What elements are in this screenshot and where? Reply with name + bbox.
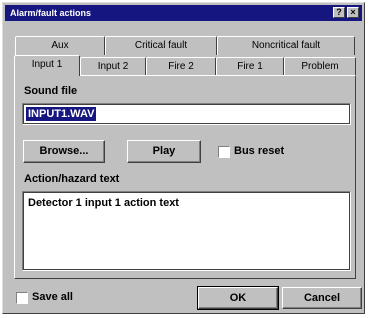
tab-problem[interactable]: Problem bbox=[284, 57, 356, 76]
tab-label: Input 2 bbox=[97, 61, 129, 72]
tab-critical-fault[interactable]: Critical fault bbox=[105, 36, 217, 55]
browse-button-label: Browse... bbox=[39, 145, 89, 157]
tab-fire-1[interactable]: Fire 1 bbox=[216, 57, 284, 76]
tab-label: Problem bbox=[301, 61, 339, 72]
tab-label: Noncritical fault bbox=[251, 40, 321, 51]
close-button[interactable]: × bbox=[347, 7, 359, 18]
browse-button[interactable]: Browse... bbox=[23, 140, 105, 163]
ok-button[interactable]: OK bbox=[197, 286, 279, 310]
tab-input-2[interactable]: Input 2 bbox=[80, 57, 146, 76]
play-button[interactable]: Play bbox=[127, 140, 201, 163]
help-button[interactable]: ? bbox=[333, 7, 345, 18]
title-bar: Alarm/fault actions ? × bbox=[5, 5, 362, 21]
tab-label: Input 1 bbox=[31, 59, 63, 70]
help-icon: ? bbox=[336, 7, 342, 17]
tab-aux[interactable]: Aux bbox=[15, 36, 105, 55]
tab-label: Critical fault bbox=[134, 40, 188, 51]
action-hazard-textarea[interactable]: Detector 1 input 1 action text bbox=[22, 191, 351, 271]
ok-button-label: OK bbox=[229, 292, 247, 304]
tab-label: Fire 1 bbox=[237, 61, 263, 72]
alarm-fault-actions-dialog: Alarm/fault actions ? × Aux Critical fau… bbox=[2, 2, 365, 314]
cancel-button-label: Cancel bbox=[303, 292, 341, 304]
tab-input-1[interactable]: Input 1 bbox=[14, 55, 80, 76]
bus-reset-label: Bus reset bbox=[234, 145, 285, 157]
cancel-button[interactable]: Cancel bbox=[282, 287, 362, 309]
sound-file-label: Sound file bbox=[24, 85, 78, 97]
play-button-label: Play bbox=[152, 145, 176, 157]
window-title: Alarm/fault actions bbox=[10, 8, 92, 18]
close-icon: × bbox=[350, 7, 356, 17]
action-hazard-text-label: Action/hazard text bbox=[24, 173, 120, 185]
save-all-label: Save all bbox=[32, 291, 73, 303]
tab-label: Aux bbox=[51, 40, 69, 51]
tab-label: Fire 2 bbox=[168, 61, 194, 72]
bus-reset-checkbox[interactable] bbox=[218, 146, 230, 158]
sound-file-value: INPUT1.WAV bbox=[26, 107, 97, 121]
action-hazard-text-value: Detector 1 input 1 action text bbox=[28, 197, 179, 209]
sound-file-input[interactable]: INPUT1.WAV bbox=[22, 103, 351, 125]
tab-fire-2[interactable]: Fire 2 bbox=[146, 57, 216, 76]
save-all-checkbox[interactable] bbox=[16, 292, 28, 304]
tab-noncritical-fault[interactable]: Noncritical fault bbox=[217, 36, 355, 55]
